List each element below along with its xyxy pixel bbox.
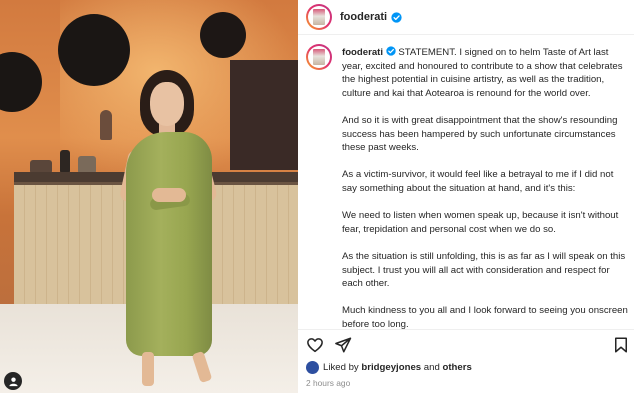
post-image[interactable] <box>0 0 298 393</box>
action-bar <box>298 329 634 357</box>
verified-badge-icon <box>386 46 396 56</box>
caption-paragraph: As a victim-survivor, it would feel like… <box>342 169 614 194</box>
likes-others-link[interactable]: others <box>442 362 471 373</box>
caption-paragraph: fooderati STATEMENT. I signed on to helm… <box>342 46 630 100</box>
post-side-panel: fooderati fooderati STATEMENT. I signed … <box>298 0 634 393</box>
post-header: fooderati <box>298 0 634 34</box>
wall-disc-decor <box>200 12 246 58</box>
green-dress <box>126 132 212 356</box>
post-timestamp[interactable]: 2 hours ago <box>306 378 350 388</box>
wall-disc-decor <box>0 52 42 112</box>
wall-disc-decor <box>58 14 130 86</box>
kitchen-item <box>60 150 70 174</box>
header-username[interactable]: fooderati <box>340 11 387 23</box>
caption-paragraph: As the situation is still unfolding, thi… <box>342 250 626 290</box>
liker-username[interactable]: bridgeyjones <box>361 362 421 373</box>
caption-paragraph: Much kindness to you all and I look forw… <box>342 305 628 330</box>
header-divider <box>298 34 634 35</box>
background-panel <box>230 60 298 170</box>
profile-avatar[interactable] <box>306 4 332 30</box>
caption-username[interactable]: fooderati <box>342 47 383 58</box>
liker-avatar[interactable] <box>306 361 319 374</box>
user-tag-icon[interactable] <box>4 372 22 390</box>
bookmark-icon[interactable] <box>612 336 630 354</box>
caption-paragraph: And so it is with great disappointment t… <box>342 114 618 154</box>
caption-text: fooderati STATEMENT. I signed on to helm… <box>342 46 630 345</box>
likes-connector: and <box>423 362 440 373</box>
person-hands <box>152 188 186 202</box>
caption-avatar[interactable] <box>306 44 332 70</box>
paper-plane-icon[interactable] <box>334 336 352 354</box>
person-face <box>150 82 184 126</box>
verified-badge-icon <box>391 11 402 23</box>
likes-row: Liked by bridgeyjones and others <box>306 361 472 374</box>
caption-paragraph-text: STATEMENT. I signed on to helm Taste of … <box>342 47 623 99</box>
person-leg <box>142 352 154 386</box>
background-vase <box>100 110 112 140</box>
heart-icon[interactable] <box>306 336 324 354</box>
caption-paragraph: We need to listen when women speak up, b… <box>342 210 619 235</box>
likes-prefix: Liked by <box>323 362 359 373</box>
